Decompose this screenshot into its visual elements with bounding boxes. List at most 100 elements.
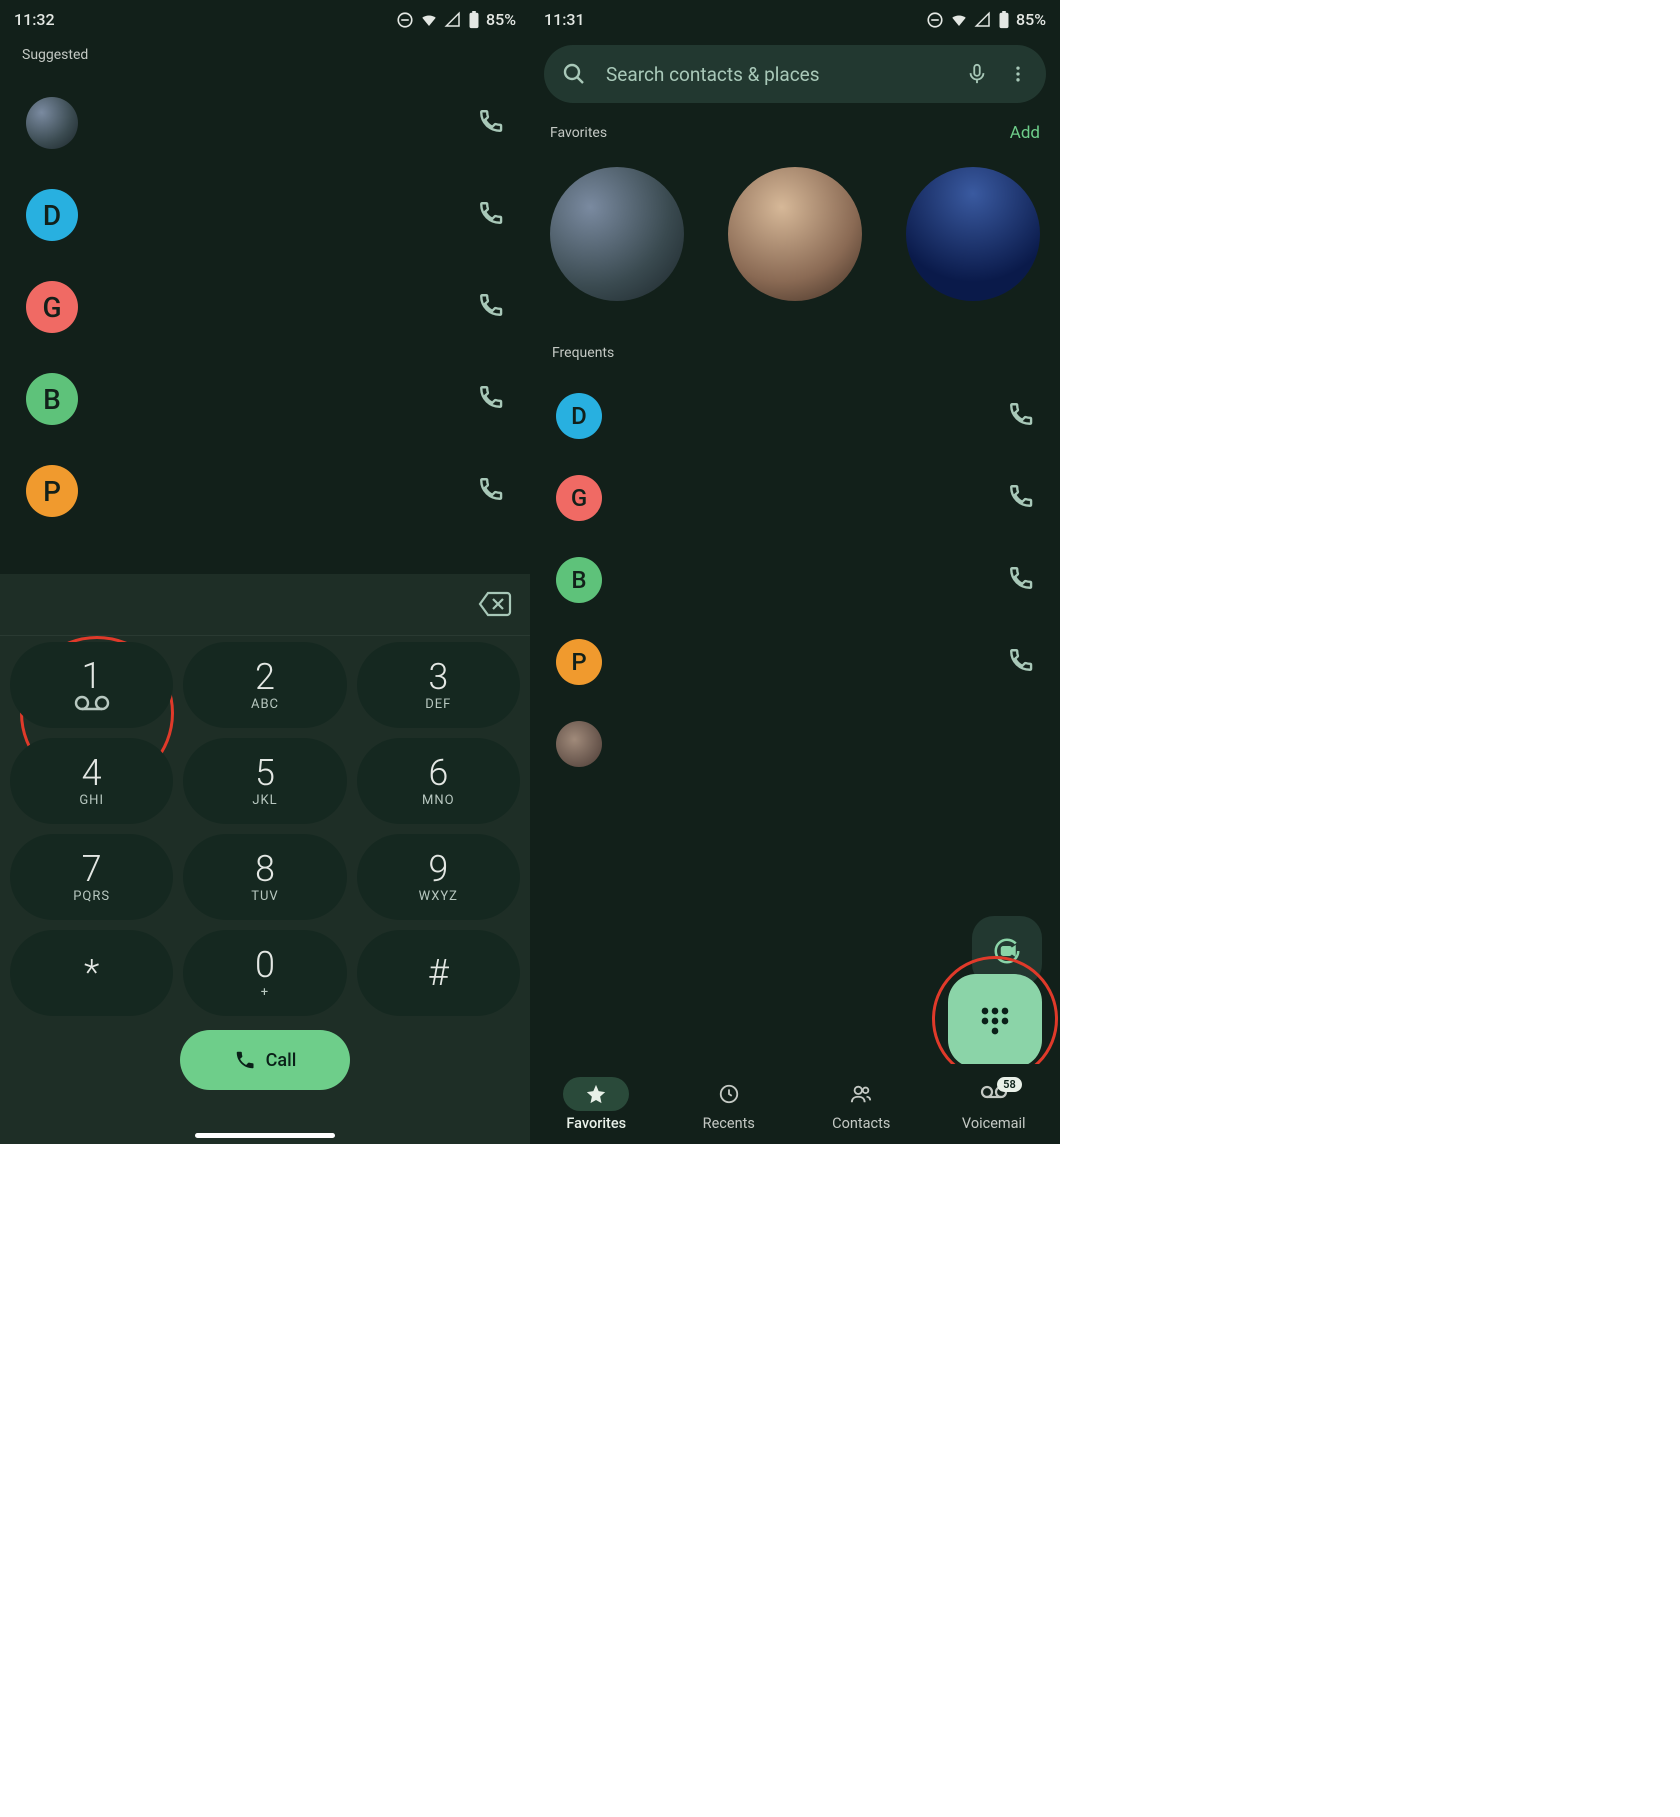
frequent-row[interactable]: P <box>530 621 1060 703</box>
signal-icon <box>444 11 462 29</box>
phone-left: 11:32 85% Suggested DGBP 12ABC3DEF4GHI5J… <box>0 0 530 1144</box>
key-num: 9 <box>428 851 448 887</box>
contact-avatar: P <box>26 465 78 517</box>
add-favorite-button[interactable]: Add <box>1010 123 1040 143</box>
suggested-row[interactable]: P <box>0 445 530 537</box>
contact-avatar <box>26 97 78 149</box>
nav-recents[interactable]: Recents <box>663 1064 796 1144</box>
suggested-list: DGBP <box>0 77 530 537</box>
phone-icon[interactable] <box>1008 401 1034 431</box>
key-2[interactable]: 2 ABC <box>183 642 346 728</box>
phone-icon[interactable] <box>478 384 504 414</box>
key-sub: ABC <box>251 697 279 712</box>
search-icon <box>562 62 586 86</box>
suggested-row[interactable]: G <box>0 261 530 353</box>
key-num: 0 <box>255 947 275 983</box>
mic-icon[interactable] <box>966 63 988 85</box>
frequents-list: DGBP <box>530 375 1060 785</box>
key-4[interactable]: 4GHI <box>10 738 173 824</box>
key-8[interactable]: 8 TUV <box>183 834 346 920</box>
key-sub: JKL <box>252 793 277 808</box>
favorite-contact[interactable] <box>550 167 684 301</box>
battery-pct: 85% <box>1016 10 1046 29</box>
call-button[interactable]: Call <box>180 1030 350 1090</box>
nav-label: Recents <box>703 1115 755 1132</box>
nav-label: Contacts <box>832 1115 890 1132</box>
favorite-contact[interactable] <box>728 167 862 301</box>
key-num: 3 <box>428 659 448 695</box>
key-sub: MNO <box>422 793 455 808</box>
contact-avatar: B <box>556 557 602 603</box>
phone-icon[interactable] <box>478 292 504 322</box>
contact-avatar: D <box>556 393 602 439</box>
dialpad-fab[interactable] <box>948 974 1042 1068</box>
key-0[interactable]: 0+ <box>183 930 346 1016</box>
status-bar: 11:32 85% <box>0 0 530 33</box>
nav-favorites[interactable]: Favorites <box>530 1064 663 1144</box>
key-sub: PQRS <box>73 889 110 904</box>
contact-avatar: D <box>26 189 78 241</box>
battery-icon <box>468 11 480 29</box>
search-placeholder: Search contacts & places <box>606 63 946 86</box>
dnd-icon <box>396 11 414 29</box>
phone-icon[interactable] <box>478 108 504 138</box>
contact-avatar: P <box>556 639 602 685</box>
phone-icon[interactable] <box>1008 565 1034 595</box>
nav-label: Voicemail <box>962 1115 1026 1132</box>
phone-icon[interactable] <box>478 476 504 506</box>
key-1[interactable]: 1 <box>10 642 173 728</box>
frequent-row[interactable]: B <box>530 539 1060 621</box>
home-indicator[interactable] <box>195 1133 335 1138</box>
phone-icon[interactable] <box>1008 647 1034 677</box>
key-num: 5 <box>255 755 275 791</box>
key-sub: + <box>261 985 269 1000</box>
frequent-row[interactable]: D <box>530 375 1060 457</box>
status-time: 11:32 <box>14 10 55 29</box>
key-5[interactable]: 5 JKL <box>183 738 346 824</box>
key-9[interactable]: 9 WXYZ <box>357 834 520 920</box>
phone-icon[interactable] <box>1008 483 1034 513</box>
key-6[interactable]: 6 MNO <box>357 738 520 824</box>
key-sub: TUV <box>251 889 278 904</box>
frequents-label: Frequents <box>530 331 1060 375</box>
key-3[interactable]: 3 DEF <box>357 642 520 728</box>
suggested-row[interactable]: D <box>0 169 530 261</box>
frequent-row[interactable] <box>530 703 1060 785</box>
favorite-contact[interactable] <box>906 167 1040 301</box>
suggested-row[interactable] <box>0 77 530 169</box>
suggested-row[interactable]: B <box>0 353 530 445</box>
key-sub: WXYZ <box>419 889 458 904</box>
status-time: 11:31 <box>544 10 585 29</box>
nav-label: Favorites <box>566 1115 626 1132</box>
key-num: 2 <box>255 659 275 695</box>
key-7[interactable]: 7 PQRS <box>10 834 173 920</box>
frequent-row[interactable]: G <box>530 457 1060 539</box>
key-sub: DEF <box>425 697 451 712</box>
key-#[interactable]: # <box>357 930 520 1016</box>
key-num: 7 <box>82 851 102 887</box>
wifi-icon <box>950 11 968 29</box>
phone-icon[interactable] <box>478 200 504 230</box>
search-bar[interactable]: Search contacts & places <box>544 45 1046 103</box>
battery-pct: 85% <box>486 10 516 29</box>
dialpad-panel: 12ABC3DEF4GHI5JKL6MNO7PQRS8TUV9WXYZ*0+# … <box>0 574 530 1144</box>
key-num: 8 <box>255 851 275 887</box>
more-icon[interactable] <box>1008 64 1028 84</box>
contact-avatar: G <box>26 281 78 333</box>
key-*[interactable]: * <box>10 930 173 1016</box>
favorites-row <box>530 151 1060 331</box>
wifi-icon <box>420 11 438 29</box>
bottom-nav: Favorites Recents Contacts 58 Voicemail <box>530 1064 1060 1144</box>
voicemail-badge: 58 <box>997 1077 1022 1092</box>
phone-right: 11:31 85% Search contacts & places Favor… <box>530 0 1060 1144</box>
key-num: 6 <box>428 755 448 791</box>
key-num: * <box>84 955 99 991</box>
battery-icon <box>998 11 1010 29</box>
nav-contacts[interactable]: Contacts <box>795 1064 928 1144</box>
voicemail-icon <box>73 694 111 712</box>
nav-voicemail[interactable]: 58 Voicemail <box>928 1064 1061 1144</box>
favorites-label: Favorites <box>550 125 607 141</box>
signal-icon <box>974 11 992 29</box>
backspace-icon[interactable] <box>478 590 512 622</box>
key-num: 4 <box>82 755 102 791</box>
